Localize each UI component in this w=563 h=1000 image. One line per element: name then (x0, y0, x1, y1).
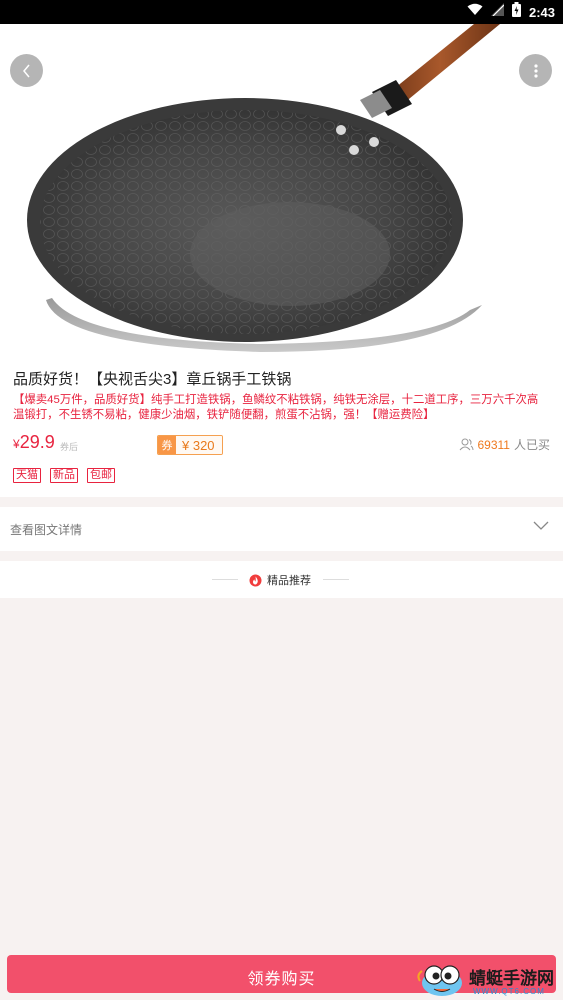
watermark-title: 蜻蜓手游网 (469, 969, 554, 988)
buyers-number: 69311 (477, 437, 510, 452)
badge-new: 新品 (50, 468, 78, 483)
price-symbol: ¥ (13, 437, 20, 451)
battery-icon (511, 2, 521, 22)
badge-tmall: 天猫 (13, 468, 41, 483)
watermark: 蜻蜓手游网 WWW.QT6.COM (416, 961, 563, 998)
status-time: 2:43 (528, 4, 555, 20)
more-button[interactable] (519, 54, 552, 87)
badge-free-shipping: 包邮 (87, 468, 115, 483)
price: ¥29.9 (13, 432, 55, 453)
mascot-logo-icon (417, 965, 462, 996)
divider (212, 579, 238, 580)
view-details-label: 查看图文详情 (10, 523, 83, 537)
product-info: 品质好货！【央视舌尖3】章丘锅手工铁锅 【爆卖45万件，品质好货】纯手工打造铁锅… (0, 352, 563, 497)
back-arrow-icon (22, 64, 30, 77)
buyers-suffix: 人已买 (513, 438, 550, 452)
badges: 天猫 新品 包邮 (13, 468, 115, 483)
flame-icon (249, 574, 262, 586)
product-image (0, 24, 563, 352)
product-title: 品质好货！【央视舌尖3】章丘锅手工铁锅 (13, 371, 292, 388)
recommend-title: 精品推荐 (249, 572, 311, 588)
status-bar: 2:43 (0, 0, 563, 24)
signal-icon (490, 3, 505, 21)
user-outline-icon (459, 438, 473, 451)
status-icons: 2:43 (467, 2, 555, 22)
price-amount: 29.9 (19, 432, 55, 452)
recommend-label: 精品推荐 (267, 575, 311, 587)
coupon-badge[interactable]: 券 ¥ 320 (157, 435, 223, 455)
price-row: ¥29.9 券后 券 ¥ 320 69311 人已买 (13, 432, 550, 456)
watermark-domain: WWW.QT6.COM (473, 987, 545, 996)
buyers-count: 69311 人已买 (459, 436, 550, 453)
chevron-down-icon (533, 521, 549, 530)
product-description: 【爆卖45万件，品质好货】纯手工打造铁锅，鱼鳞纹不粘铁锅，纯铁无涂层，十二道工序… (13, 394, 539, 421)
coupon-value: ¥ 320 (176, 436, 222, 454)
wifi-icon (467, 3, 483, 21)
recommend-header: 精品推荐 (0, 561, 563, 598)
view-details-row[interactable]: 查看图文详情 (0, 507, 563, 551)
back-button[interactable] (10, 54, 43, 87)
wok-image (27, 24, 500, 352)
more-vertical-icon (533, 63, 538, 78)
coupon-tag: 券 (158, 436, 176, 454)
price-note: 券后 (60, 442, 79, 452)
divider (323, 579, 349, 580)
